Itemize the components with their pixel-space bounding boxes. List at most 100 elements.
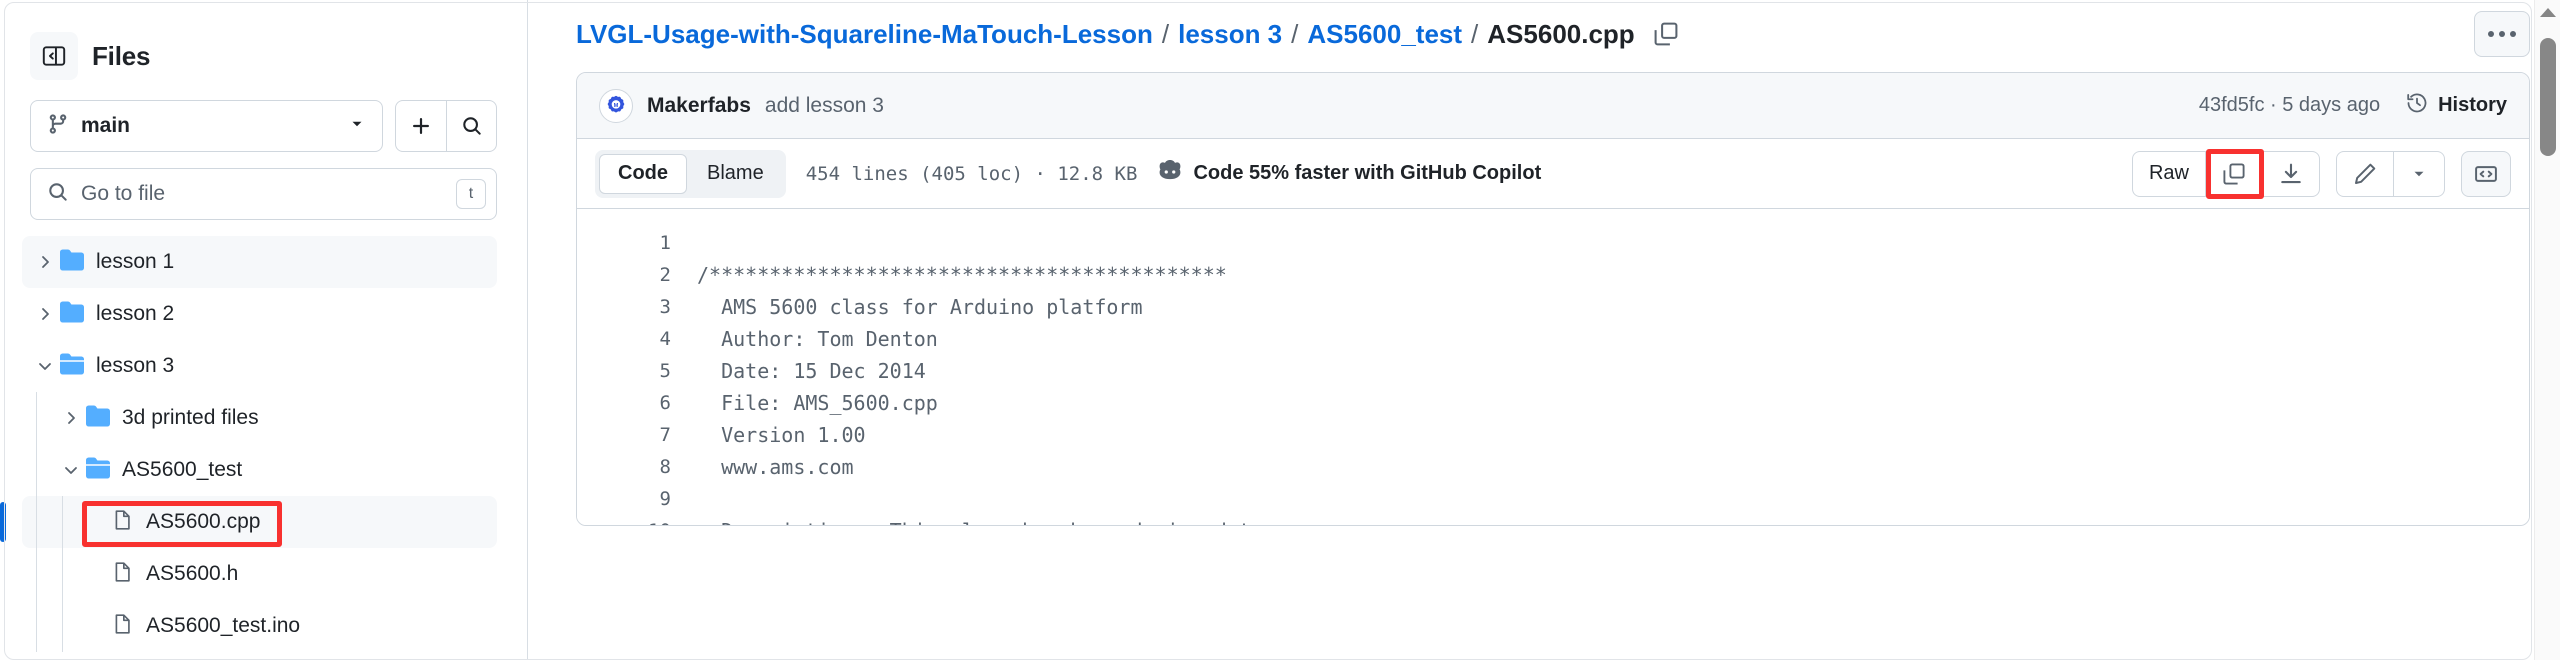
line-number[interactable]: 3 bbox=[577, 296, 697, 318]
tree-item-as5600-test[interactable]: AS5600_test bbox=[22, 444, 497, 496]
search-input[interactable]: Go to file t bbox=[30, 168, 497, 220]
copy-raw-icon[interactable] bbox=[2205, 151, 2262, 196]
line-number[interactable]: 6 bbox=[577, 392, 697, 414]
avatar[interactable]: M bbox=[599, 88, 633, 123]
commit-sha-time[interactable]: 43fd5fc · 5 days ago bbox=[2199, 94, 2380, 117]
selected-indicator bbox=[0, 502, 6, 542]
line-content: www.ams.com bbox=[697, 455, 854, 479]
raw-button[interactable]: Raw bbox=[2133, 152, 2205, 196]
chevron-down-icon[interactable] bbox=[2393, 151, 2444, 196]
download-icon[interactable] bbox=[2262, 151, 2319, 196]
tree-item-as5600-h[interactable]: AS5600.h bbox=[22, 548, 497, 600]
tree-guide-line bbox=[36, 444, 37, 496]
pencil-icon[interactable] bbox=[2337, 152, 2393, 196]
scroll-up-arrow-icon[interactable] bbox=[2539, 8, 2556, 17]
file-actions: Raw bbox=[2131, 148, 2511, 199]
tree-guide-line bbox=[36, 548, 37, 600]
tree-item-as5600-cpp[interactable]: AS5600.cpp bbox=[0, 496, 497, 548]
folder-icon bbox=[60, 300, 84, 329]
code-line: 6 File: AMS_5600.cpp bbox=[577, 387, 2529, 419]
copy-icon[interactable] bbox=[1649, 17, 1683, 51]
code-line: 10 Description: This class has been desi… bbox=[577, 515, 2529, 525]
history-icon bbox=[2406, 92, 2428, 120]
commit-author[interactable]: Makerfabs bbox=[647, 94, 751, 118]
code-viewer[interactable]: 1 2 /***********************************… bbox=[577, 209, 2529, 525]
search-icon bbox=[47, 181, 69, 208]
code-blame-tabs: Code Blame bbox=[595, 149, 786, 198]
tree-item-label: lesson 3 bbox=[96, 354, 175, 377]
code-line: 2 /*************************************… bbox=[577, 259, 2529, 291]
line-content: Author: Tom Denton bbox=[697, 327, 938, 351]
line-content: File: AMS_5600.cpp bbox=[697, 391, 938, 415]
window-scrollbar[interactable] bbox=[2534, 0, 2560, 660]
file-toolbar: Code Blame 454 lines (405 loc) · 12.8 KB… bbox=[577, 139, 2529, 209]
history-button[interactable]: History bbox=[2406, 92, 2507, 120]
search-icon[interactable] bbox=[446, 101, 496, 151]
tree-guide-line bbox=[36, 600, 37, 652]
breadcrumb-as5600-test[interactable]: AS5600_test bbox=[1307, 19, 1462, 50]
tree-item-lesson-1[interactable]: lesson 1 bbox=[22, 236, 497, 288]
commit-message[interactable]: add lesson 3 bbox=[765, 94, 884, 118]
line-number[interactable]: 2 bbox=[577, 264, 697, 286]
tree-item-label: 3d printed files bbox=[122, 406, 259, 429]
breadcrumb-current-file: AS5600.cpp bbox=[1487, 18, 1635, 49]
breadcrumb-separator: / bbox=[1161, 18, 1170, 49]
file-line-info: 454 lines (405 loc) · 12.8 KB bbox=[805, 162, 1138, 185]
tree-item-as5600-test-ino[interactable]: AS5600_test.ino bbox=[22, 600, 497, 652]
branch-selector[interactable]: main bbox=[30, 100, 383, 152]
line-number[interactable]: 1 bbox=[577, 232, 697, 254]
folder-icon bbox=[86, 404, 110, 433]
tab-blame[interactable]: Blame bbox=[689, 154, 782, 194]
chevron-right-icon bbox=[56, 410, 86, 426]
sidebar-collapse-icon[interactable] bbox=[30, 32, 78, 80]
tree-item-lesson-3[interactable]: lesson 3 bbox=[22, 340, 497, 392]
code-line: 7 Version 1.00 bbox=[577, 419, 2529, 451]
file-main-panel: LVGL-Usage-with-Squareline-MaTouch-Lesso… bbox=[528, 0, 2560, 660]
code-brackets-icon[interactable] bbox=[2461, 150, 2511, 197]
tree-item-label: lesson 1 bbox=[96, 250, 175, 273]
svg-text:M: M bbox=[614, 103, 619, 109]
breadcrumb-lesson-3[interactable]: lesson 3 bbox=[1178, 19, 1282, 50]
add-file-button[interactable] bbox=[396, 101, 446, 151]
commit-meta: 43fd5fc · 5 days ago History bbox=[2199, 92, 2507, 120]
folder-open-icon bbox=[86, 456, 110, 485]
copilot-banner[interactable]: Code 55% faster with GitHub Copilot bbox=[1157, 158, 1541, 190]
chevron-right-icon bbox=[30, 254, 60, 270]
folder-open-icon bbox=[60, 352, 84, 381]
line-number[interactable]: 9 bbox=[577, 488, 697, 510]
line-number[interactable]: 10 bbox=[577, 520, 697, 525]
line-content: Version 1.00 bbox=[697, 423, 866, 447]
line-number[interactable]: 8 bbox=[577, 456, 697, 478]
breadcrumb-separator: / bbox=[1291, 18, 1299, 49]
tree-item-lesson-2[interactable]: lesson 2 bbox=[22, 288, 497, 340]
tree-item-label: AS5600_test bbox=[122, 458, 243, 481]
breadcrumb-repo[interactable]: LVGL-Usage-with-Squareline-MaTouch-Lesso… bbox=[576, 19, 1153, 50]
file-icon bbox=[112, 509, 134, 536]
tree-item-label: AS5600.cpp bbox=[146, 510, 261, 533]
chevron-down-icon bbox=[348, 115, 366, 138]
code-line: 3 AMS 5600 class for Arduino platform bbox=[577, 291, 2529, 323]
breadcrumb-separator: / bbox=[1471, 18, 1479, 49]
code-line: 9 bbox=[577, 483, 2529, 515]
tree-guide-line bbox=[36, 392, 37, 444]
tree-guide-line bbox=[62, 548, 63, 600]
code-line: 5 Date: 15 Dec 2014 bbox=[577, 355, 2529, 387]
branch-name: main bbox=[81, 114, 131, 137]
line-number[interactable]: 4 bbox=[577, 328, 697, 350]
line-number[interactable]: 7 bbox=[577, 424, 697, 446]
tree-item-label: AS5600_test.ino bbox=[146, 614, 301, 637]
tab-code[interactable]: Code bbox=[599, 153, 687, 194]
git-branch-icon bbox=[47, 113, 69, 140]
sidebar-actions bbox=[395, 100, 497, 152]
chevron-right-icon bbox=[30, 306, 60, 322]
tree-item-3d-printed-files[interactable]: 3d printed files bbox=[22, 392, 497, 444]
line-number[interactable]: 5 bbox=[577, 360, 697, 382]
line-content: Date: 15 Dec 2014 bbox=[697, 359, 926, 383]
code-line: 1 bbox=[577, 227, 2529, 259]
folder-icon bbox=[60, 248, 84, 277]
scrollbar-thumb[interactable] bbox=[2540, 38, 2556, 156]
breadcrumb: LVGL-Usage-with-Squareline-MaTouch-Lesso… bbox=[552, 0, 2560, 68]
tree-guide-line bbox=[62, 496, 63, 548]
kebab-horizontal-icon[interactable] bbox=[2474, 11, 2530, 57]
copilot-label: Code 55% faster with GitHub Copilot bbox=[1193, 162, 1542, 184]
